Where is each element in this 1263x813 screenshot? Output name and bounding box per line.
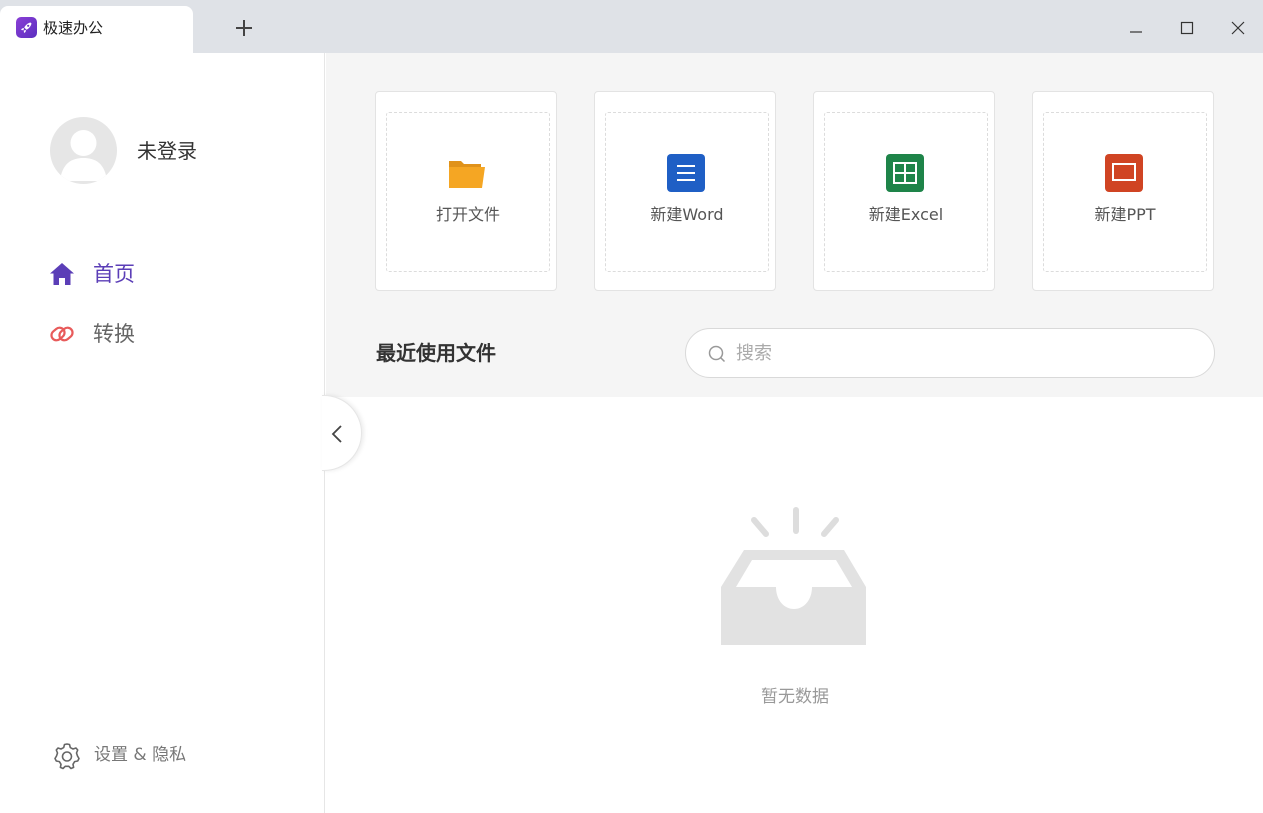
card-dashed-area: 打开文件 xyxy=(386,112,550,272)
app-logo-icon xyxy=(16,17,37,38)
card-dashed-area: 新建PPT xyxy=(1043,112,1207,272)
settings-privacy-button[interactable]: 设置 & 隐私 xyxy=(52,739,252,771)
search-input[interactable] xyxy=(736,339,1176,367)
sidebar-item-label: 转换 xyxy=(93,322,135,346)
sidebar-item-convert[interactable]: 转换 xyxy=(48,313,288,353)
sidebar-item-home[interactable]: 首页 xyxy=(48,253,288,293)
card-dashed-area: 新建Word xyxy=(605,112,769,272)
card-label: 新建Excel xyxy=(868,205,944,224)
maximize-icon[interactable] xyxy=(1173,14,1201,42)
settings-label: 设置 & 隐私 xyxy=(94,745,187,765)
new-word-card[interactable]: 新建Word xyxy=(594,91,776,291)
title-bar: 极速办公 xyxy=(0,0,1263,53)
close-icon[interactable] xyxy=(1224,14,1252,42)
empty-box-icon xyxy=(716,505,872,650)
avatar[interactable] xyxy=(50,117,117,184)
new-ppt-card[interactable]: 新建PPT xyxy=(1032,91,1214,291)
excel-sheet-icon xyxy=(886,154,924,192)
new-excel-card[interactable]: 新建Excel xyxy=(813,91,995,291)
open-file-card[interactable]: 打开文件 xyxy=(375,91,557,291)
collapse-sidebar-button[interactable] xyxy=(322,395,362,471)
sidebar: 未登录 首页 转换 设置 & 隐私 xyxy=(0,53,325,813)
convert-icon xyxy=(48,321,76,347)
gear-icon xyxy=(52,741,82,771)
sidebar-item-label: 首页 xyxy=(93,262,135,286)
plus-icon[interactable] xyxy=(232,16,256,40)
search-icon xyxy=(706,343,728,365)
empty-state-text: 暂无数据 xyxy=(761,687,829,707)
card-label: 打开文件 xyxy=(435,205,500,224)
minimize-icon[interactable] xyxy=(1122,14,1150,42)
word-doc-icon xyxy=(667,154,705,192)
home-icon xyxy=(48,261,76,287)
user-name[interactable]: 未登录 xyxy=(137,139,197,163)
ppt-slide-icon xyxy=(1105,154,1143,192)
app-tab[interactable]: 极速办公 xyxy=(0,6,193,53)
folder-icon xyxy=(448,154,486,192)
card-dashed-area: 新建Excel xyxy=(824,112,988,272)
card-label: 新建Word xyxy=(650,205,724,224)
search-box[interactable] xyxy=(685,328,1215,378)
chevron-left-icon xyxy=(326,422,350,446)
card-label: 新建PPT xyxy=(1094,205,1156,224)
recent-files-title: 最近使用文件 xyxy=(376,341,496,365)
app-tab-title: 极速办公 xyxy=(43,19,104,37)
